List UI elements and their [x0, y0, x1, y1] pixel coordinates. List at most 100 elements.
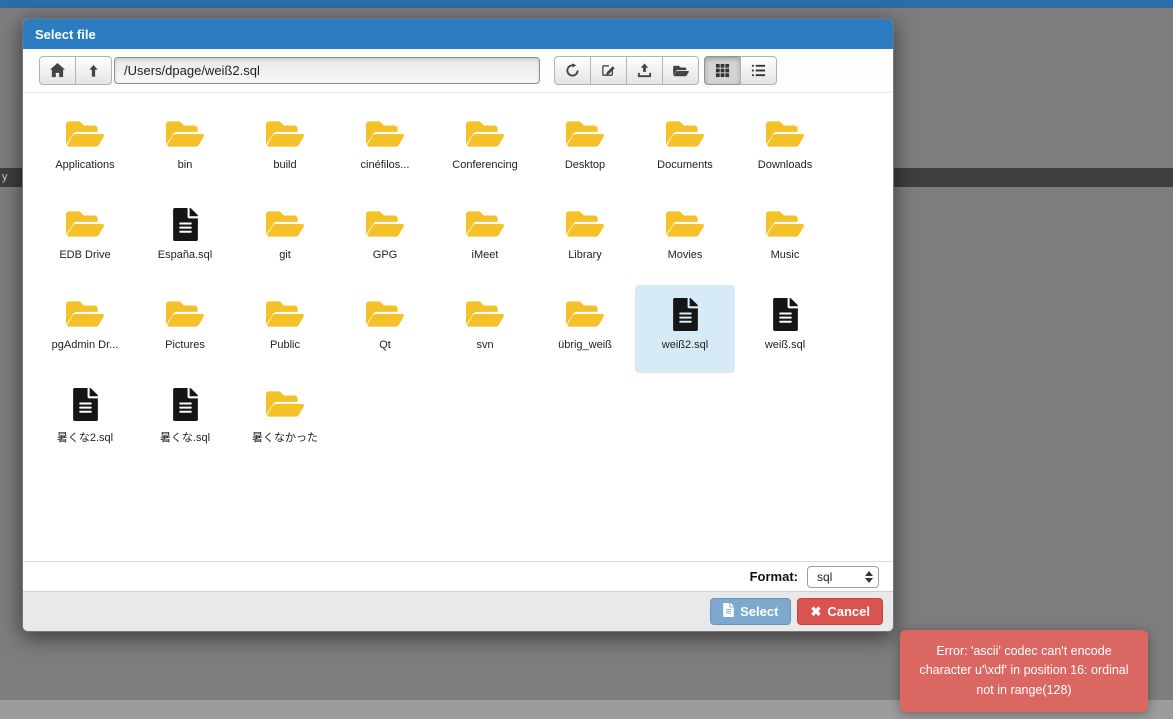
- file-name-label: weiß.sql: [765, 339, 805, 351]
- folder-item[interactable]: EDB Drive: [35, 195, 135, 283]
- dialog-header: Select file: [23, 19, 893, 49]
- folder-item[interactable]: pgAdmin Dr...: [35, 285, 135, 373]
- upload-icon: [637, 63, 652, 78]
- folder-icon: [266, 114, 304, 151]
- file-item[interactable]: 暑くな2.sql: [35, 375, 135, 463]
- select-file-dialog: Select file: [22, 18, 894, 632]
- folder-icon: [566, 204, 604, 241]
- folder-item[interactable]: Applications: [35, 105, 135, 193]
- format-row: Format: sql: [23, 561, 893, 591]
- refresh-icon: [565, 63, 580, 78]
- file-item[interactable]: weiß2.sql: [635, 285, 735, 373]
- folder-icon: [566, 114, 604, 151]
- select-button-label: Select: [740, 604, 778, 619]
- file-item[interactable]: weiß.sql: [735, 285, 835, 373]
- file-icon: [173, 384, 198, 421]
- folder-item[interactable]: iMeet: [435, 195, 535, 283]
- folder-icon: [366, 204, 404, 241]
- file-name-label: build: [273, 159, 296, 171]
- file-name-label: Documents: [657, 159, 713, 171]
- folder-item[interactable]: 暑くなかった: [235, 375, 335, 463]
- folder-item[interactable]: Documents: [635, 105, 735, 193]
- folder-item[interactable]: Qt: [335, 285, 435, 373]
- folder-icon: [666, 204, 704, 241]
- dialog-title: Select file: [35, 27, 96, 42]
- folder-icon: [66, 204, 104, 241]
- list-view-icon: [751, 63, 766, 78]
- file-name-label: 暑くなかった: [252, 429, 318, 445]
- file-name-label: Qt: [379, 339, 391, 351]
- cancel-button-label: Cancel: [827, 604, 870, 619]
- folder-icon: [366, 294, 404, 331]
- file-name-label: Movies: [668, 249, 703, 261]
- folder-item[interactable]: Desktop: [535, 105, 635, 193]
- folder-open-icon: [673, 64, 689, 78]
- folder-item[interactable]: Public: [235, 285, 335, 373]
- file-name-label: übrig_weiß: [558, 339, 612, 351]
- file-name-label: cinéfilos...: [361, 159, 410, 171]
- folder-icon: [766, 204, 804, 241]
- folder-icon: [66, 294, 104, 331]
- app-header-bar: [0, 0, 1173, 8]
- file-name-label: GPG: [373, 249, 397, 261]
- folder-icon: [166, 294, 204, 331]
- folder-icon: [366, 114, 404, 151]
- folder-item[interactable]: Conferencing: [435, 105, 535, 193]
- format-label: Format:: [750, 569, 798, 584]
- file-name-label: Pictures: [165, 339, 205, 351]
- file-name-label: git: [279, 249, 291, 261]
- folder-item[interactable]: git: [235, 195, 335, 283]
- file-item[interactable]: España.sql: [135, 195, 235, 283]
- folder-icon: [166, 114, 204, 151]
- folder-icon: [666, 114, 704, 151]
- file-name-label: Applications: [55, 159, 114, 171]
- action-button-group: [554, 56, 699, 85]
- file-icon: [723, 603, 734, 620]
- file-item[interactable]: 暑くな.sql: [135, 375, 235, 463]
- up-button[interactable]: [75, 56, 112, 85]
- select-arrows-icon: [865, 571, 873, 583]
- folder-item[interactable]: build: [235, 105, 335, 193]
- folder-item[interactable]: übrig_weiß: [535, 285, 635, 373]
- home-button[interactable]: [39, 56, 76, 85]
- folder-item[interactable]: GPG: [335, 195, 435, 283]
- file-name-label: Downloads: [758, 159, 812, 171]
- folder-item[interactable]: cinéfilos...: [335, 105, 435, 193]
- folder-item[interactable]: Downloads: [735, 105, 835, 193]
- folder-icon: [266, 204, 304, 241]
- file-name-label: weiß2.sql: [662, 339, 708, 351]
- view-toggle-group: [704, 56, 777, 85]
- file-name-label: EDB Drive: [59, 249, 110, 261]
- error-toast-text: Error: 'ascii' codec can't encode charac…: [919, 644, 1128, 697]
- nav-button-group: [39, 56, 112, 85]
- dialog-footer: Select ✖ Cancel: [23, 591, 893, 631]
- file-name-label: iMeet: [472, 249, 499, 261]
- folder-item[interactable]: Music: [735, 195, 835, 283]
- grid-view-button[interactable]: [704, 56, 741, 85]
- file-name-label: Desktop: [565, 159, 605, 171]
- upload-button[interactable]: [626, 56, 663, 85]
- list-view-button[interactable]: [740, 56, 777, 85]
- create-folder-button[interactable]: [662, 56, 699, 85]
- path-input[interactable]: [114, 57, 540, 84]
- file-name-label: Music: [771, 249, 800, 261]
- select-button[interactable]: Select: [710, 598, 791, 625]
- folder-item[interactable]: Movies: [635, 195, 735, 283]
- folder-item[interactable]: Library: [535, 195, 635, 283]
- file-grid: Applications bin build cinéfilos... Conferen…: [23, 93, 893, 561]
- refresh-button[interactable]: [554, 56, 591, 85]
- file-icon: [673, 294, 698, 331]
- error-toast: Error: 'ascii' codec can't encode charac…: [900, 630, 1148, 712]
- folder-item[interactable]: bin: [135, 105, 235, 193]
- folder-icon: [266, 384, 304, 421]
- cancel-button[interactable]: ✖ Cancel: [797, 598, 883, 625]
- rename-icon: [601, 63, 616, 78]
- file-name-label: Public: [270, 339, 300, 351]
- grid-view-icon: [715, 63, 730, 78]
- folder-item[interactable]: Pictures: [135, 285, 235, 373]
- folder-item[interactable]: svn: [435, 285, 535, 373]
- rename-button[interactable]: [590, 56, 627, 85]
- file-icon: [173, 204, 198, 241]
- format-select[interactable]: sql: [807, 566, 879, 588]
- folder-icon: [66, 114, 104, 151]
